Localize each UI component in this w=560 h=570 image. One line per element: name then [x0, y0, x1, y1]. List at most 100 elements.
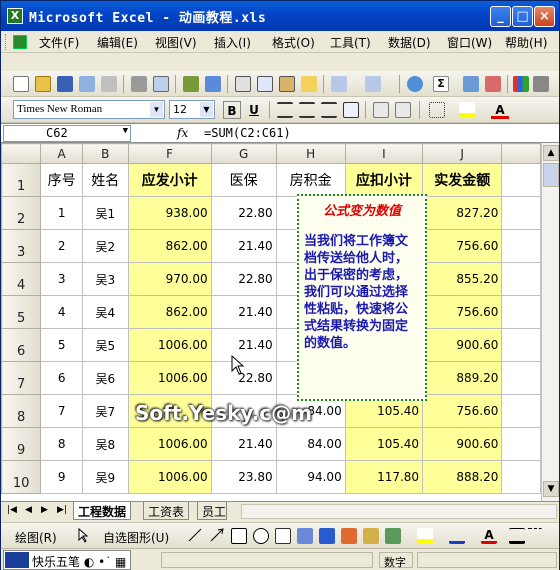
empty-cell[interactable]: [501, 361, 541, 395]
row-header[interactable]: 4: [1, 262, 42, 296]
cell[interactable]: 827.20: [422, 196, 503, 230]
menu-window[interactable]: 窗口(W): [447, 34, 492, 51]
scroll-down-icon[interactable]: ▼: [543, 481, 559, 497]
column-header[interactable]: B: [82, 143, 129, 164]
maximize-button[interactable]: □: [512, 6, 533, 27]
rectangle-icon[interactable]: [231, 528, 247, 544]
cell[interactable]: 756.60: [422, 394, 503, 428]
sort-ascending-icon[interactable]: [463, 76, 479, 92]
spelling-icon[interactable]: [183, 76, 199, 92]
empty-cell[interactable]: [501, 196, 541, 230]
cell[interactable]: 21.40: [210, 229, 277, 263]
chevron-down-icon[interactable]: ▼: [150, 102, 163, 117]
cell[interactable]: 吴2: [82, 229, 129, 263]
insert-picture-icon[interactable]: [385, 528, 401, 544]
tip-callout[interactable]: 公式变为数值 当我们将工作簿文档传送给他人时，出于保密的考虑，我们可以通过选择性…: [297, 194, 427, 401]
formula-input[interactable]: =SUM(C2:C61): [204, 126, 291, 140]
fill-color-icon[interactable]: [417, 528, 433, 544]
autoshapes-button[interactable]: 自选图形(U): [103, 529, 169, 546]
undo-icon[interactable]: [331, 76, 347, 92]
new-icon[interactable]: [13, 76, 29, 92]
cell[interactable]: 900.60: [422, 427, 503, 461]
row-header[interactable]: 1: [1, 163, 42, 197]
cell[interactable]: 900.60: [422, 328, 503, 362]
empty-cell[interactable]: [501, 229, 541, 263]
empty-cell[interactable]: [501, 262, 541, 296]
sheet-tab-staff[interactable]: 员工: [197, 502, 227, 520]
cell[interactable]: 1: [40, 196, 83, 230]
menu-grip[interactable]: [5, 34, 8, 50]
sort-descending-icon[interactable]: [485, 76, 501, 92]
font-size-combo[interactable]: 12 ▼: [169, 100, 215, 119]
column-header[interactable]: I: [344, 143, 424, 164]
minimize-button[interactable]: _: [490, 6, 511, 27]
scroll-thumb[interactable]: [543, 163, 559, 187]
cell[interactable]: 吴7: [82, 394, 129, 428]
chevron-down-icon[interactable]: ▼: [123, 126, 128, 136]
cell[interactable]: 938.00: [127, 196, 212, 230]
cell[interactable]: 970.00: [127, 262, 212, 296]
column-header[interactable]: A: [40, 143, 83, 164]
camera-icon[interactable]: [533, 76, 549, 92]
cell[interactable]: 1006.00: [127, 460, 212, 494]
vertical-textbox-icon[interactable]: [297, 528, 313, 544]
row-header[interactable]: 8: [1, 394, 42, 428]
insert-function-icon[interactable]: fx: [177, 126, 188, 140]
moon-icon[interactable]: ◐ •˙ ▦: [84, 555, 127, 569]
font-color-button[interactable]: A: [491, 101, 509, 119]
cell[interactable]: 4: [40, 295, 83, 329]
cell[interactable]: 2: [40, 229, 83, 263]
cell[interactable]: 吴5: [82, 328, 129, 362]
borders-icon[interactable]: [429, 102, 445, 118]
empty-cell[interactable]: [501, 460, 541, 494]
cell[interactable]: 855.20: [422, 262, 503, 296]
header-cell[interactable]: 序号: [40, 163, 83, 197]
select-objects-icon[interactable]: [75, 527, 91, 543]
menu-data[interactable]: 数据(D): [388, 34, 431, 51]
align-right-icon[interactable]: [321, 102, 337, 118]
empty-cell[interactable]: [501, 328, 541, 362]
cell[interactable]: 889.20: [422, 361, 503, 395]
cell[interactable]: 吴6: [82, 361, 129, 395]
print-icon[interactable]: [131, 76, 147, 92]
line-style-icon[interactable]: [509, 528, 525, 544]
fill-color-icon[interactable]: [459, 102, 475, 118]
cell[interactable]: 吴9: [82, 460, 129, 494]
font-color-icon[interactable]: A: [481, 528, 497, 544]
research-icon[interactable]: [205, 76, 221, 92]
redo-icon[interactable]: [365, 76, 381, 92]
empty-cell[interactable]: [501, 394, 541, 428]
cell[interactable]: 862.00: [127, 229, 212, 263]
textbox-icon[interactable]: [275, 528, 291, 544]
autosum-icon[interactable]: Σ: [433, 76, 449, 92]
column-header[interactable]: H: [275, 143, 346, 164]
ime-indicator[interactable]: 快乐五笔 ◐ •˙ ▦: [3, 550, 132, 570]
line-icon[interactable]: [187, 527, 203, 543]
cell[interactable]: 21.40: [210, 427, 277, 461]
draw-menu-button[interactable]: 绘图(R): [15, 529, 57, 546]
copy-icon[interactable]: [257, 76, 273, 92]
header-cell[interactable]: 姓名: [82, 163, 129, 197]
scroll-up-icon[interactable]: ▲: [543, 145, 559, 161]
menu-file[interactable]: 文件(F): [39, 34, 79, 51]
last-sheet-icon[interactable]: ▶|: [57, 505, 67, 515]
header-cell[interactable]: 应扣小计: [344, 163, 424, 197]
menu-view[interactable]: 视图(V): [155, 34, 197, 51]
menu-help[interactable]: 帮助(H): [505, 34, 547, 51]
cell[interactable]: 3: [40, 262, 83, 296]
row-header[interactable]: 9: [1, 427, 42, 461]
worksheet-grid[interactable]: A B F G H I J 1 序号 姓名 应发小计 医保 房积金 应扣小计 实…: [1, 143, 541, 501]
sheet-tab-payroll[interactable]: 工资表: [143, 502, 190, 520]
chevron-down-icon[interactable]: ▼: [200, 102, 213, 117]
cell[interactable]: 9: [40, 460, 83, 494]
cell[interactable]: 6: [40, 361, 83, 395]
select-all-corner[interactable]: [1, 143, 42, 164]
cell[interactable]: 吴4: [82, 295, 129, 329]
row-header[interactable]: 3: [1, 229, 42, 263]
cell[interactable]: 94.00: [275, 460, 346, 494]
column-header[interactable]: F: [127, 143, 212, 164]
menu-tools[interactable]: 工具(T): [330, 34, 371, 51]
align-left-icon[interactable]: [277, 102, 293, 118]
column-header[interactable]: G: [210, 143, 277, 164]
cell[interactable]: 1006.00: [127, 361, 212, 395]
